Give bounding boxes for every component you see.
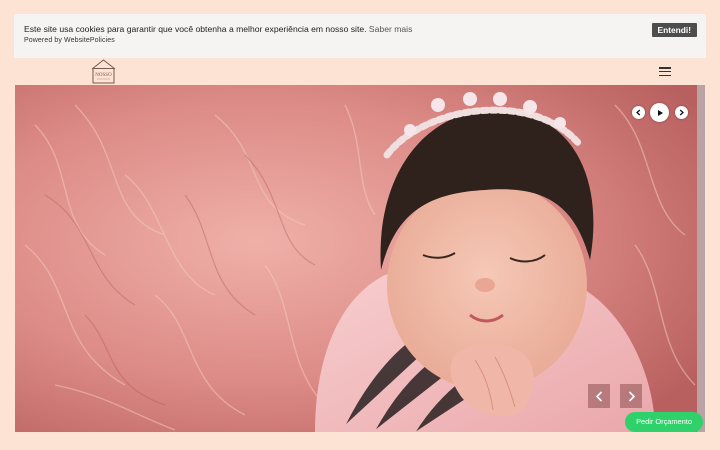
cookie-message: Este site usa cookies para garantir que … [24, 24, 367, 34]
hamburger-menu-icon[interactable] [659, 67, 671, 77]
cookie-banner: Este site usa cookies para garantir que … [14, 14, 706, 58]
chevron-left-icon [595, 390, 602, 402]
slider-next-mini-button[interactable] [675, 106, 688, 119]
slider-next-button[interactable] [620, 384, 642, 408]
hero-image [15, 85, 705, 432]
slider-play-button[interactable] [650, 103, 669, 122]
house-logo-icon: NOSSO [91, 59, 116, 84]
accept-cookies-button[interactable]: Entendi! [651, 23, 697, 37]
site-logo[interactable]: NOSSO [91, 59, 116, 84]
chevron-right-icon [628, 390, 635, 402]
slider-prev-mini-button[interactable] [632, 106, 645, 119]
logo-text: NOSSO [95, 73, 112, 78]
slider-prev-button[interactable] [588, 384, 610, 408]
play-icon [657, 109, 663, 116]
learn-more-link[interactable]: Saber mais [369, 24, 412, 34]
powered-by-text: Powered by WebsitePolicies [24, 37, 115, 44]
chevron-right-icon [679, 109, 684, 116]
site-header: NOSSO [14, 58, 706, 85]
chevron-left-icon [636, 109, 641, 116]
hero-slider [15, 85, 705, 432]
cookie-message-line: Este site usa cookies para garantir que … [24, 23, 697, 35]
request-quote-button[interactable]: Pedir Orçamento [625, 412, 703, 432]
